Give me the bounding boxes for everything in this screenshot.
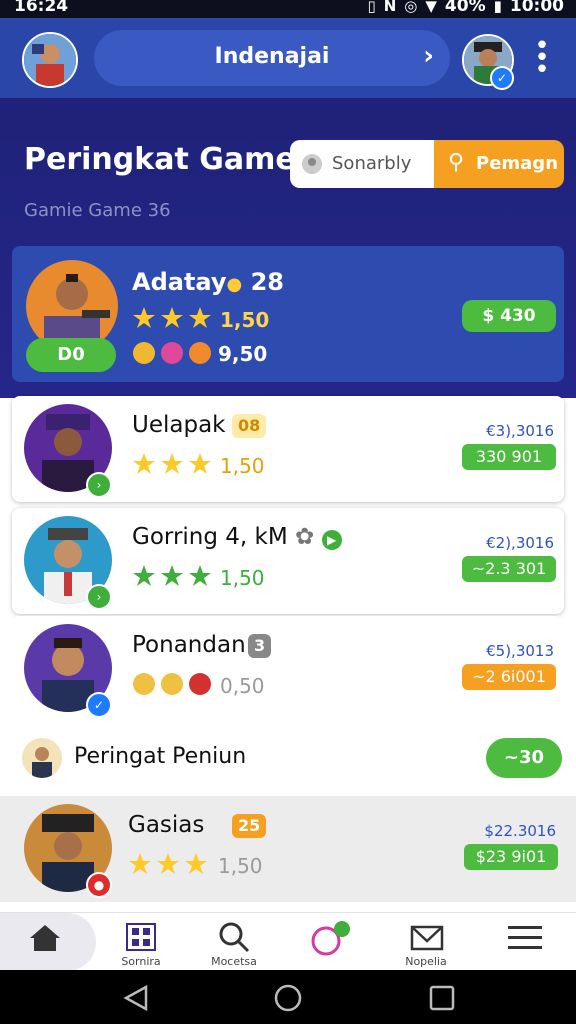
achievement-coins-icon	[133, 342, 211, 364]
online-badge-icon: ›	[86, 472, 112, 498]
battery-percent: 40%	[444, 0, 486, 16]
online-badge-icon: ›	[86, 584, 112, 610]
player-subvalue: €3),3016	[486, 422, 554, 440]
system-nav-bar	[0, 970, 576, 1024]
flower-icon: ✿	[295, 524, 315, 550]
status-time: 16:24	[14, 0, 69, 16]
player-name: Uelapak	[132, 412, 226, 438]
more-options-icon[interactable]: • • •	[532, 33, 552, 83]
player-tag[interactable]: D0	[26, 338, 116, 372]
player-value-button[interactable]: ~2 6i001	[462, 664, 556, 690]
player-score: 9,50	[218, 342, 268, 366]
search-icon	[219, 922, 250, 953]
title-selector[interactable]: Indenajai ›	[94, 30, 450, 86]
verified-icon: ✓	[490, 66, 514, 90]
page-title: Peringkat Game	[24, 142, 296, 177]
player-value-button[interactable]: 330 901	[462, 444, 556, 470]
wifi-icon: ▼	[425, 0, 437, 15]
player-subvalue: €2),3016	[486, 534, 554, 552]
nav-rewards[interactable]	[282, 913, 378, 971]
rewards-icon	[311, 921, 350, 956]
nav-home[interactable]	[0, 913, 96, 971]
player-rating: 1,50	[220, 308, 270, 332]
player-subvalue: €5),3013	[486, 642, 554, 660]
status-bar: 16:24 ▯ N ◎ ▼ 40% ▮ 10:00	[0, 0, 576, 18]
verified-badge-icon: ✓	[86, 692, 112, 718]
player-rating: 1,50	[218, 854, 263, 878]
highlight-name: Peringat Peniun	[74, 744, 247, 769]
nfc-icon: N	[383, 0, 397, 15]
profile-avatar[interactable]	[22, 32, 78, 88]
leaderboard-entry[interactable]: ✓ Ponandan 3 0,50 €5),3013 ~2 6i001	[12, 616, 564, 722]
status-clock: 10:00	[509, 0, 564, 16]
search-button[interactable]: ⚲ Pemagn	[434, 140, 564, 188]
battery-icon: ▮	[493, 0, 502, 15]
rating-stars-icon	[133, 307, 211, 328]
rating-stars-icon	[129, 853, 207, 874]
leaderboard-entry[interactable]: › Uelapak 08 1,50 €3),3016 330 901	[12, 396, 564, 502]
highlight-avatar	[22, 738, 62, 778]
recents-icon[interactable]	[428, 984, 456, 1012]
player-badge: 25	[232, 814, 267, 838]
home-icon	[30, 925, 60, 951]
chevron-right-icon: ›	[423, 41, 434, 71]
app-bar: Indenajai › ✓ • • •	[0, 18, 576, 98]
search-button-label: Pemagn	[476, 153, 559, 174]
grid-icon	[126, 923, 156, 951]
search-placeholder: Sonarbly	[332, 153, 412, 174]
rating-stars-icon	[133, 453, 211, 474]
menu-icon	[508, 926, 542, 949]
player-badge: 3	[248, 634, 272, 658]
page-subtitle: Gamie Game 36	[24, 200, 171, 221]
player-value-button[interactable]: ~2.3 301	[462, 556, 556, 582]
bulb-icon: ●	[226, 274, 243, 295]
nav-label: Nopelia	[405, 955, 447, 968]
search-input[interactable]: Sonarbly	[290, 140, 434, 188]
player-level: 28	[250, 268, 285, 296]
leaderboard-top-row[interactable]: D0 Adatay● 28 1,50 9,50 $ 430	[12, 246, 564, 382]
vibrate-icon: ▯	[367, 0, 376, 15]
player-rating: 0,50	[220, 674, 265, 698]
nav-label: Sornira	[121, 955, 161, 968]
player-rating: 1,50	[220, 454, 265, 478]
search-icon: ⚲	[448, 150, 465, 175]
player-value-button[interactable]: $23 9i01	[464, 844, 558, 870]
bottom-nav: Sornira Mocetsa Nopelia	[0, 912, 576, 971]
data-saver-icon: ◎	[404, 0, 418, 15]
player-name: Gasias	[128, 812, 205, 838]
back-icon[interactable]	[122, 984, 150, 1012]
play-badge-icon: ▶	[321, 530, 342, 550]
app-title: Indenajai	[214, 44, 330, 69]
player-rating: 1,50	[220, 566, 265, 590]
player-badge: 08	[232, 414, 267, 438]
avatar-search-icon	[302, 154, 322, 174]
leaderboard-entry[interactable]: › Gorring 4, kM ✿ ▶ 1,50 €2),3016 ~2.3 3…	[12, 508, 564, 614]
nav-nopelia[interactable]: Nopelia	[378, 913, 474, 971]
player-name: Ponandan	[132, 632, 246, 658]
achievement-coins-icon	[133, 673, 211, 695]
home-circle-icon[interactable]	[274, 984, 302, 1012]
highlight-value-button[interactable]: ~30	[486, 738, 562, 778]
nav-sornira[interactable]: Sornira	[96, 913, 186, 971]
player-value-button[interactable]: $ 430	[462, 300, 556, 332]
player-name: Adatay● 28	[132, 268, 285, 296]
highlight-row[interactable]: Peringat Peniun ~30	[0, 724, 576, 794]
player-subvalue: $22.3016	[484, 822, 556, 840]
record-badge-icon: ●	[86, 872, 112, 898]
nav-mocetsa[interactable]: Mocetsa	[186, 913, 282, 971]
nav-menu[interactable]	[474, 913, 576, 971]
nav-label: Mocetsa	[211, 955, 257, 968]
rating-stars-icon	[133, 565, 211, 586]
leaderboard-entry[interactable]: ● Gasias 25 1,50 $22.3016 $23 9i01	[0, 796, 576, 902]
player-name: Gorring 4, kM ✿ ▶	[132, 524, 342, 550]
mail-icon	[410, 925, 444, 951]
